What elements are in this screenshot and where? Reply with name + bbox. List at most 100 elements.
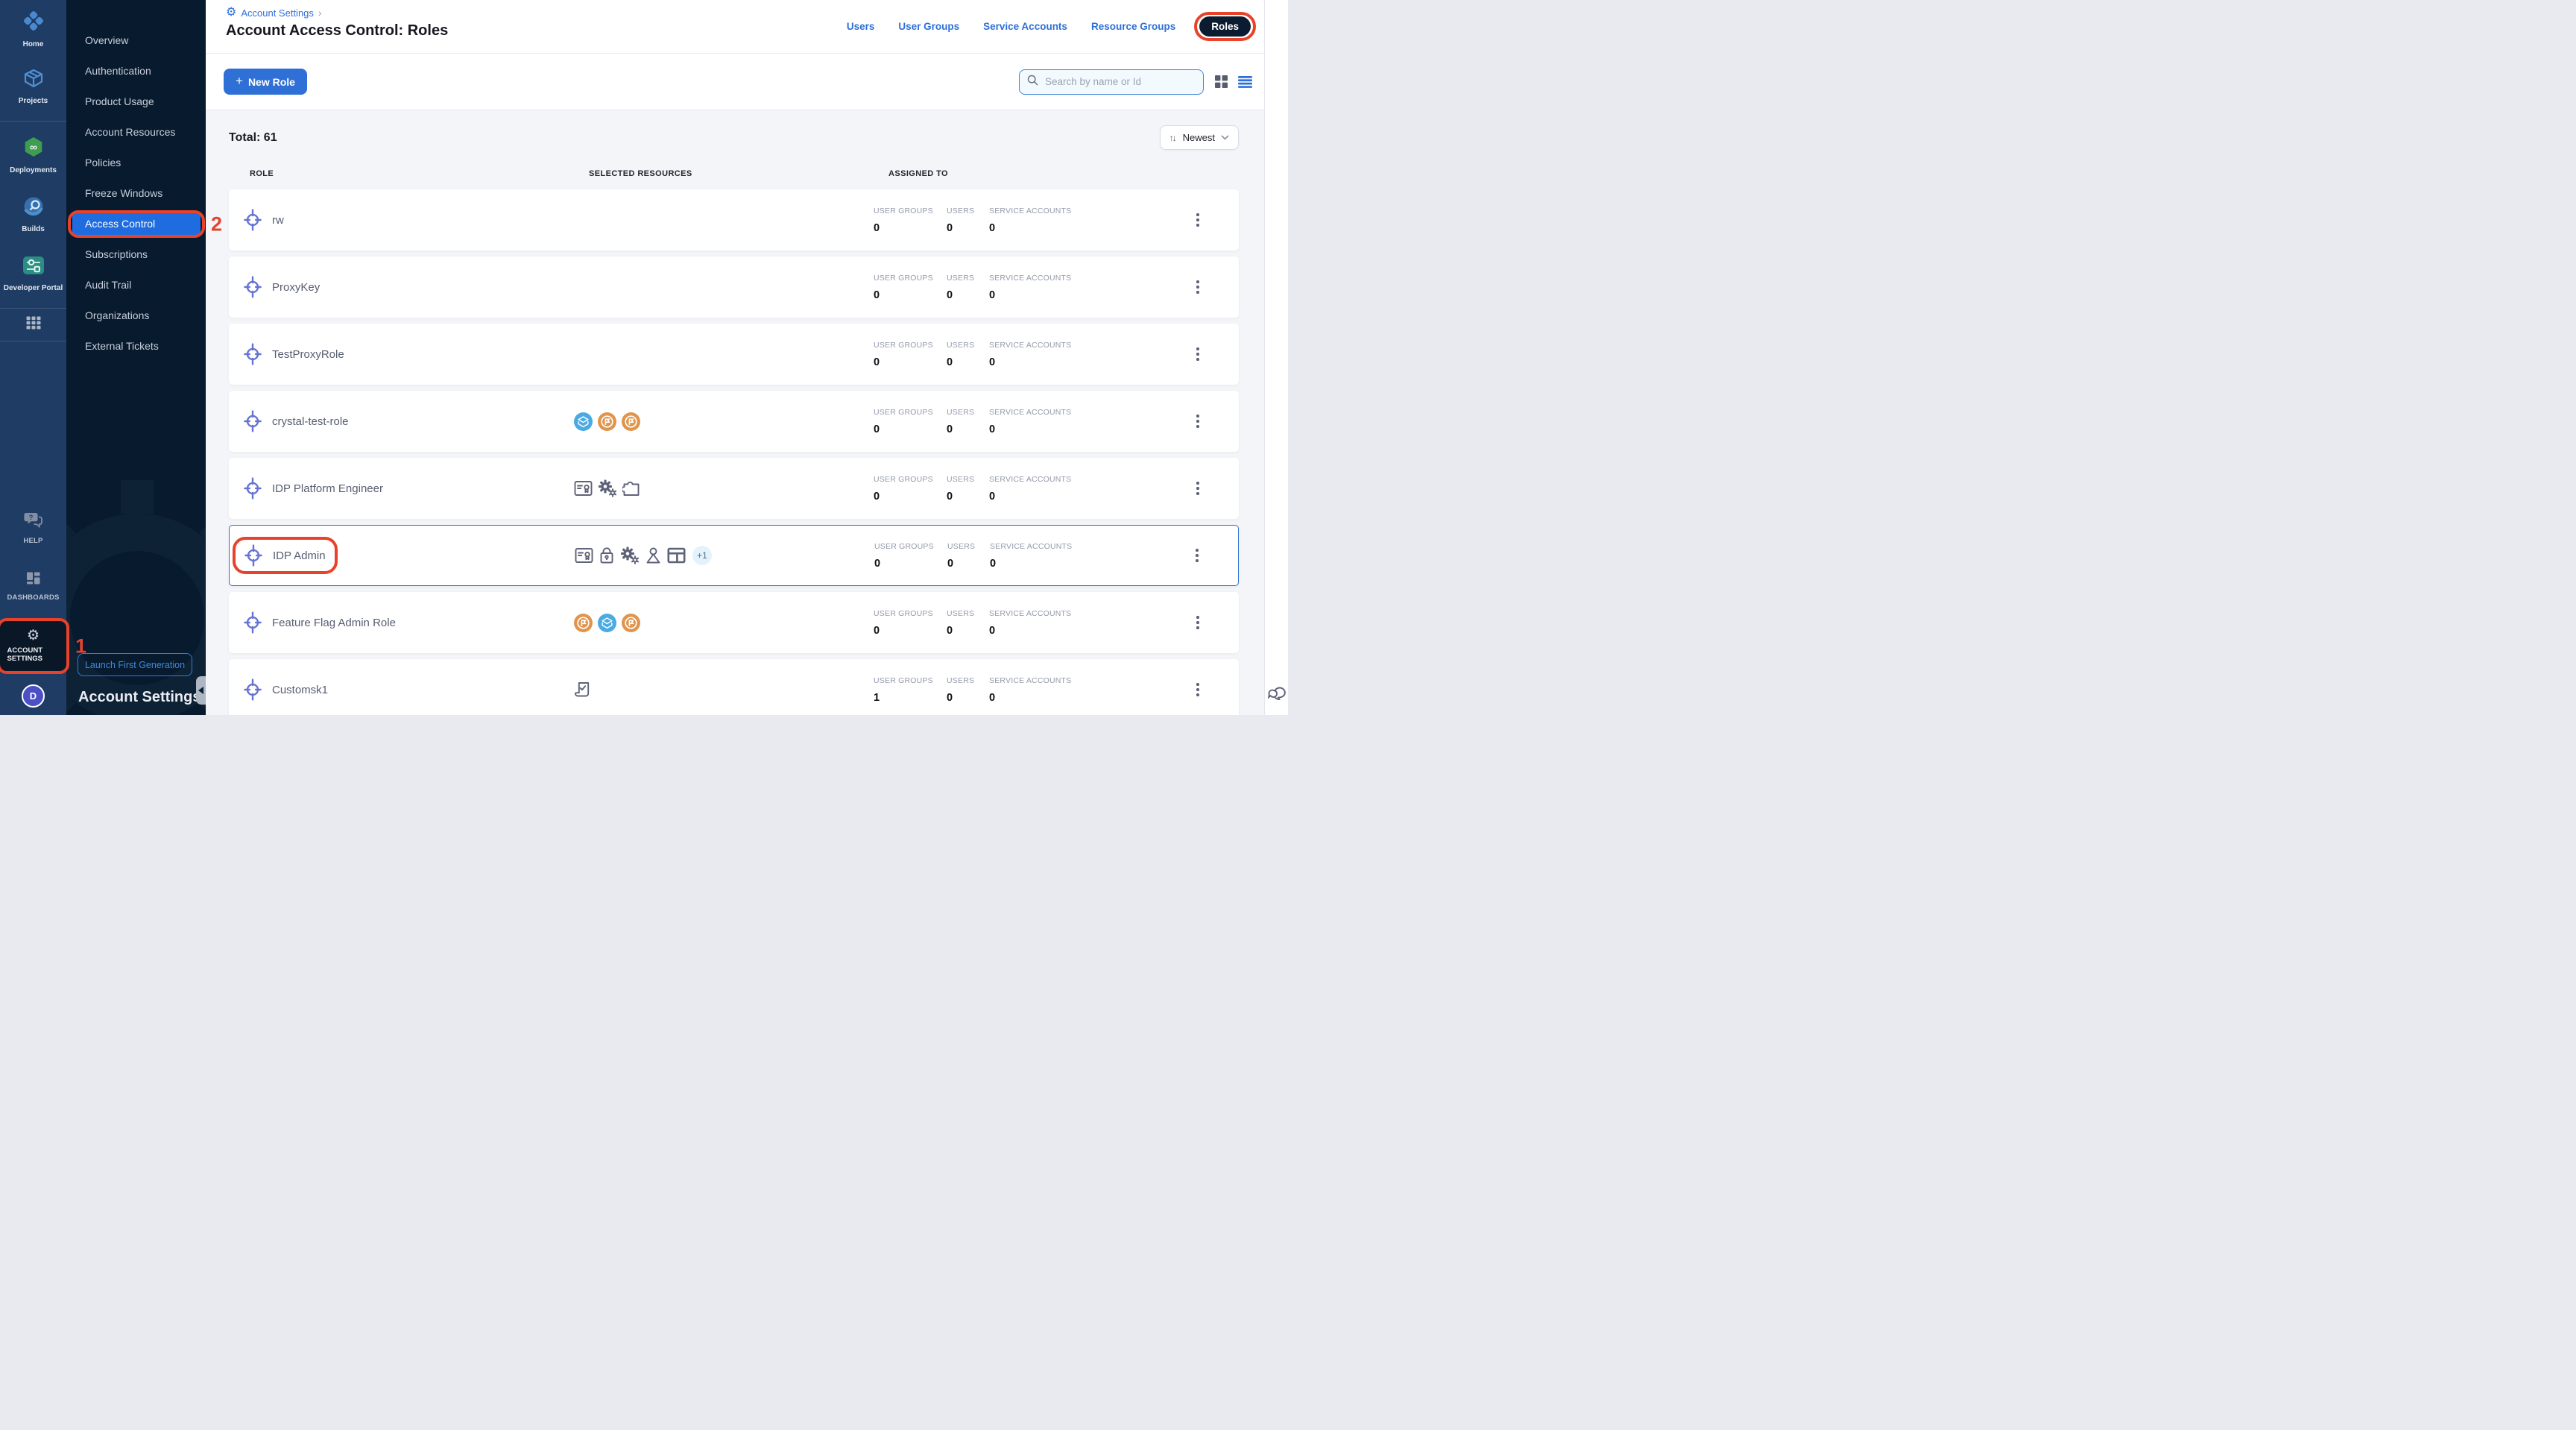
sidebar-item-projects[interactable]: Projects — [0, 67, 66, 106]
nav-item-account-resources[interactable]: Account Resources — [66, 122, 201, 143]
list-view-button-active[interactable] — [1238, 76, 1252, 88]
nav-item-external-tickets[interactable]: External Tickets — [66, 336, 201, 357]
sidebar-item-label: ACCOUNT SETTINGS — [7, 646, 60, 663]
users-label: USERS — [947, 676, 989, 685]
row-menu-button[interactable] — [1193, 210, 1203, 230]
service-accounts-label: SERVICE ACCOUNTS — [989, 341, 1101, 350]
table-row-feature-flag-admin-role[interactable]: Feature Flag Admin Role USER GROUPS0 USE… — [229, 592, 1239, 653]
sort-dropdown[interactable]: ↑↓ Newest — [1160, 125, 1239, 150]
role-name: rw — [272, 214, 284, 227]
tab-service-accounts[interactable]: Service Accounts — [983, 21, 1067, 32]
tab-user-groups[interactable]: User Groups — [898, 21, 959, 32]
service-accounts-label: SERVICE ACCOUNTS — [989, 207, 1101, 215]
row-menu-button[interactable] — [1193, 344, 1203, 364]
launch-first-generation-button[interactable]: Launch First Generation — [78, 653, 192, 676]
settings-subnav: Overview Authentication Product Usage Ac… — [66, 0, 206, 715]
user-groups-count: 1 — [874, 692, 947, 704]
row-menu-button[interactable] — [1193, 612, 1203, 632]
role-crosshair-icon — [244, 611, 262, 634]
sidebar-item-home[interactable]: Home — [0, 9, 66, 49]
nav-item-product-usage[interactable]: Product Usage — [66, 91, 201, 113]
sidebar-item-developer-portal[interactable]: Developer Portal — [0, 254, 66, 293]
resources-overflow-badge[interactable]: +1 — [692, 546, 712, 565]
nav-item-freeze-windows[interactable]: Freeze Windows — [66, 183, 201, 204]
role-crosshair-icon — [244, 343, 262, 365]
user-groups-label: USER GROUPS — [874, 341, 947, 350]
sidebar-item-label: Developer Portal — [4, 284, 63, 294]
annotation-step-2: 2 — [211, 213, 222, 235]
feature-flag-orange-circle-icon — [622, 614, 640, 632]
sidebar-item-deployments[interactable]: ∞ Deployments — [0, 135, 66, 175]
feature-flag-orange-circle-icon — [622, 412, 640, 431]
grid-view-button[interactable] — [1215, 75, 1228, 88]
nav-item-subscriptions[interactable]: Subscriptions — [66, 244, 201, 265]
user-groups-label: USER GROUPS — [874, 274, 947, 283]
column-header-assigned-to: ASSIGNED TO — [888, 169, 948, 178]
users-count: 0 — [947, 491, 989, 503]
deployments-hexagon-icon: ∞ — [21, 135, 46, 163]
users-label: USERS — [947, 609, 989, 618]
table-row-idp-admin-selected[interactable]: IDP Admin +1 USER GROUPS0 USERS0 — [229, 525, 1239, 586]
tab-resource-groups[interactable]: Resource Groups — [1091, 21, 1175, 32]
template-icon — [575, 547, 593, 564]
template-icon — [574, 480, 593, 497]
roles-rows: rw USER GROUPS0 USERS0 SERVICE ACCOUNTS0… — [229, 189, 1239, 715]
table-row-proxykey[interactable]: ProxyKey USER GROUPS0 USERS0 SERVICE ACC… — [229, 256, 1239, 318]
sidebar-item-account-settings[interactable]: ⚙ ACCOUNT SETTINGS 1 — [0, 620, 66, 672]
sidebar-item-builds[interactable]: Builds — [0, 195, 66, 234]
sidebar-item-help[interactable]: ? HELP — [0, 511, 66, 545]
tab-users[interactable]: Users — [847, 21, 875, 32]
table-row-customsk1[interactable]: Customsk1 USER GROUPS1 USERS0 SERVICE AC… — [229, 659, 1239, 715]
user-avatar[interactable]: D — [22, 684, 45, 708]
sort-selected-value: Newest — [1183, 132, 1215, 143]
nav-item-organizations[interactable]: Organizations — [66, 305, 201, 327]
sidebar-item-dashboards[interactable]: DASHBOARDS — [0, 570, 66, 602]
table-row-rw[interactable]: rw USER GROUPS0 USERS0 SERVICE ACCOUNTS0 — [229, 189, 1239, 251]
row-menu-button[interactable] — [1193, 478, 1203, 498]
user-groups-label: USER GROUPS — [874, 408, 947, 417]
users-label: USERS — [947, 207, 989, 215]
column-header-selected-resources: SELECTED RESOURCES — [589, 169, 692, 178]
user-groups-label: USER GROUPS — [874, 475, 947, 484]
table-row-crystal-test-role[interactable]: crystal-test-role USER GROUPS0 USERS0 SE… — [229, 391, 1239, 452]
user-groups-label: USER GROUPS — [874, 207, 947, 215]
sidebar-item-label: HELP — [23, 537, 42, 546]
role-crosshair-icon — [244, 678, 262, 701]
support-chat-icon[interactable] — [1267, 683, 1287, 705]
feature-flag-orange-circle-icon — [598, 412, 616, 431]
service-accounts-label: SERVICE ACCOUNTS — [990, 542, 1102, 551]
row-menu-button[interactable] — [1193, 411, 1203, 431]
main-content: ⚙ Account Settings › Account Access Cont… — [206, 0, 1288, 715]
sidebar-item-label: Deployments — [10, 166, 57, 176]
row-menu-button[interactable] — [1192, 545, 1202, 565]
module-selector-button[interactable] — [0, 315, 66, 334]
nav-item-access-control[interactable]: Access Control 2 — [72, 213, 201, 235]
column-header-role: ROLE — [250, 169, 274, 178]
nav-item-authentication[interactable]: Authentication — [66, 60, 201, 82]
collapse-sidebar-handle[interactable] — [196, 676, 206, 705]
nav-item-overview[interactable]: Overview — [66, 30, 201, 51]
row-menu-button[interactable] — [1193, 679, 1203, 699]
search-input[interactable] — [1044, 75, 1196, 88]
row-menu-button[interactable] — [1193, 277, 1203, 297]
breadcrumb-link-account-settings[interactable]: Account Settings — [241, 7, 314, 19]
service-accounts-label: SERVICE ACCOUNTS — [989, 676, 1101, 685]
role-name: Feature Flag Admin Role — [272, 617, 396, 629]
right-utility-rail — [1264, 0, 1288, 715]
nav-item-audit-trail[interactable]: Audit Trail — [66, 274, 201, 296]
tab-roles-active[interactable]: Roles — [1199, 16, 1251, 37]
nav-item-policies[interactable]: Policies — [66, 152, 201, 174]
users-count: 0 — [947, 692, 989, 704]
rail-divider — [0, 308, 66, 309]
environments-blue-circle-icon — [598, 614, 616, 632]
new-role-button[interactable]: + New Role — [224, 69, 307, 95]
table-row-idp-platform-engineer[interactable]: IDP Platform Engineer USER GROUPS0 USERS… — [229, 458, 1239, 519]
search-box — [1019, 69, 1204, 95]
chevron-left-icon — [198, 687, 203, 694]
environments-blue-circle-icon — [574, 412, 593, 431]
users-label: USERS — [947, 408, 989, 417]
user-groups-count: 0 — [874, 491, 947, 503]
rail-divider — [0, 121, 66, 122]
service-accounts-count: 0 — [989, 423, 1101, 435]
table-row-testproxyrole[interactable]: TestProxyRole USER GROUPS0 USERS0 SERVIC… — [229, 324, 1239, 385]
